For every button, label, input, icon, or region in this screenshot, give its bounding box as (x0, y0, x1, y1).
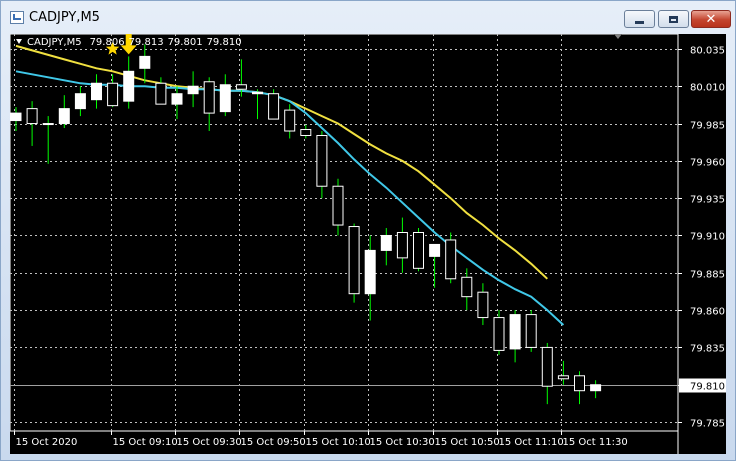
candle-body-bull (42, 123, 54, 126)
candle-body-bear (477, 291, 489, 319)
time-tick-label: 15 Oct 10:30 (370, 437, 435, 448)
candle-body-bear (332, 185, 344, 226)
candle-body-bear (557, 375, 569, 380)
candle-body-bull (187, 85, 199, 95)
candle-body-bear (284, 109, 296, 132)
candle-body-bear (300, 129, 312, 136)
minimize-button[interactable] (624, 10, 655, 28)
moving-average-slow-line (15, 44, 548, 280)
time-tick-label: 15 Oct 2020 (16, 437, 78, 448)
minimize-icon (635, 20, 644, 24)
candle-body-bull (58, 108, 70, 125)
price-tick-label: 79.785 (690, 419, 725, 430)
chart-symbol: CADJPY,M5 (27, 37, 82, 48)
candle-body-bull (74, 93, 86, 110)
candle-body-bear (493, 317, 505, 351)
price-tick-label: 80.035 (690, 46, 725, 57)
price-tick-label: 79.935 (690, 195, 725, 206)
title-bar[interactable]: CADJPY,M5 ✕ (1, 1, 735, 33)
time-tick-label: 15 Oct 10:50 (435, 437, 500, 448)
candle-body-bull (10, 112, 22, 122)
candle-body-bear (541, 346, 553, 387)
candle-body-bear (316, 134, 328, 187)
price-tick-label: 79.835 (690, 344, 725, 355)
chart-info-line: CADJPY,M5 79.806 79.813 79.801 79.810 (16, 37, 242, 48)
time-tick-label: 15 Oct 09:30 (177, 437, 242, 448)
candle-body-bear (396, 232, 408, 259)
candle-body-bear (461, 276, 473, 298)
candle-body-bull (590, 384, 602, 392)
close-button[interactable]: ✕ (691, 10, 731, 28)
price-tick-label: 79.960 (690, 158, 725, 169)
current-price-label: 79.810 (690, 382, 725, 393)
ohlc-low: 79.801 (167, 37, 203, 48)
price-tick-label: 79.910 (690, 232, 725, 243)
window-title: CADJPY,M5 (29, 10, 100, 25)
candle-body-bear (445, 239, 457, 280)
candle-body-bear (348, 226, 360, 295)
candle-body-bull (123, 70, 135, 102)
ohlc-high: 79.813 (128, 37, 164, 48)
shift-marker-icon (614, 34, 622, 39)
price-tick-label: 79.860 (690, 307, 725, 318)
time-tick-label: 15 Oct 11:30 (563, 437, 628, 448)
maximize-icon (669, 15, 678, 23)
candle-body-bear (107, 82, 119, 107)
price-tick-label: 79.985 (690, 121, 725, 132)
price-tick-label: 80.010 (690, 83, 725, 94)
candle-body-bear (203, 81, 215, 114)
close-icon: ✕ (705, 11, 717, 27)
candle-body-bull (91, 82, 102, 101)
chart-window-icon (10, 11, 24, 24)
time-tick-label: 15 Oct 10:10 (306, 437, 371, 448)
candle-body-bear (574, 375, 585, 392)
candle-body-bull (171, 93, 183, 105)
chart-window: CADJPY,M5 ✕ 80.035 80.010 79.985 79.960 79.9… (0, 0, 736, 461)
candle-body-bull (380, 234, 392, 251)
time-tick-label: 15 Oct 11:10 (499, 437, 564, 448)
ohlc-close: 79.810 (206, 37, 242, 48)
candle-body-bull (509, 314, 521, 350)
candle-body-bear (155, 82, 167, 105)
chart-area[interactable]: 80.035 80.010 79.985 79.960 79.935 79.910 79.8… (10, 34, 726, 454)
candle-body-bear (525, 314, 537, 348)
ohlc-open: 79.806 (89, 37, 125, 48)
candle-body-bull (429, 243, 441, 257)
candle-body-bear (26, 108, 38, 125)
candle-body-bull (219, 84, 231, 113)
candle-body-bear (235, 84, 247, 90)
candle-body-bull (364, 249, 376, 295)
candle-body-bull (252, 91, 263, 95)
candlestick-chart[interactable]: 80.035 80.010 79.985 79.960 79.935 79.910 79.8… (10, 34, 726, 454)
candle-body-bear (268, 93, 280, 120)
price-tick-label: 79.885 (690, 270, 725, 281)
candle-body-bull (139, 55, 151, 69)
time-tick-label: 15 Oct 09:10 (113, 437, 178, 448)
collapse-arrow-icon[interactable] (16, 39, 22, 44)
maximize-button[interactable] (658, 10, 689, 28)
candle-body-bear (413, 232, 424, 269)
time-tick-label: 15 Oct 09:50 (241, 437, 306, 448)
